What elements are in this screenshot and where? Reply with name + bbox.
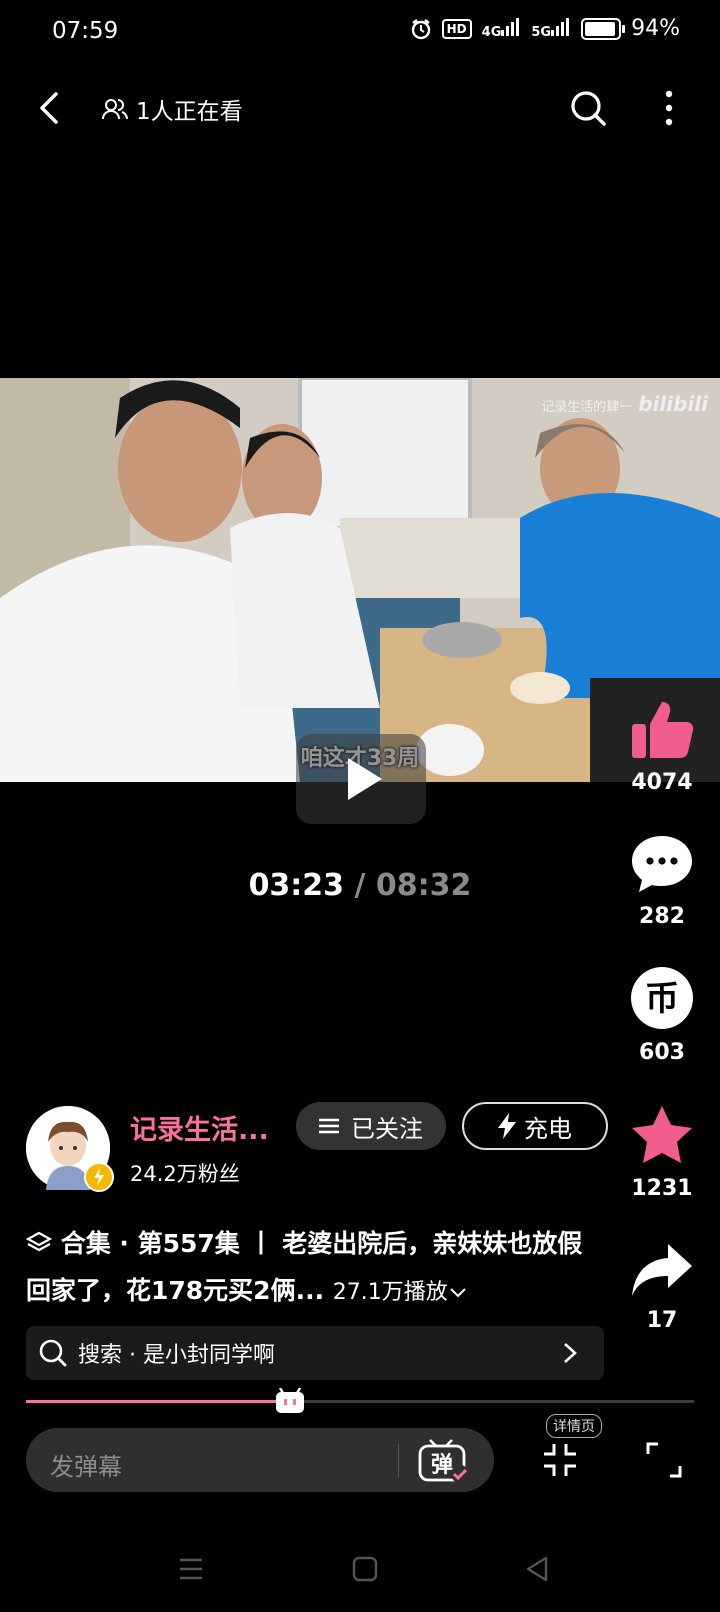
like-count: 4074 <box>631 770 693 795</box>
coin-icon: 币 <box>631 967 693 1029</box>
status-bar: 07:59 HD 4G 5G 94% <box>0 0 720 64</box>
signal-5g: 5G <box>531 17 571 40</box>
comment-button[interactable]: 282 <box>612 834 712 929</box>
verified-badge-icon <box>84 1162 114 1192</box>
progress-thumb-icon[interactable] <box>275 1388 305 1414</box>
coin-count: 603 <box>639 1040 685 1065</box>
search-icon <box>39 1339 67 1367</box>
share-count: 17 <box>646 1308 678 1333</box>
layers-icon <box>25 1231 53 1252</box>
charge-button[interactable]: 充电 <box>462 1102 608 1150</box>
favorite-count: 1231 <box>631 1176 693 1201</box>
watermark-logo: bilibili <box>638 392 708 416</box>
comment-count: 282 <box>639 904 685 929</box>
charge-label: 充电 <box>524 1114 572 1143</box>
back-icon[interactable] <box>30 88 70 128</box>
follow-label: 已关注 <box>351 1114 423 1143</box>
star-icon <box>632 1106 692 1163</box>
danmaku-icon: 弹 <box>418 1439 469 1483</box>
coin-glyph: 币 <box>645 979 679 1019</box>
follow-button[interactable]: 已关注 <box>296 1102 446 1150</box>
related-search-bar[interactable]: 搜索 · 是小封同学啊 <box>26 1326 604 1380</box>
back-nav-icon[interactable] <box>524 1556 550 1582</box>
battery-fill <box>585 21 615 36</box>
author-name[interactable]: 记录生活... <box>130 1108 269 1147</box>
people-icon <box>102 99 128 120</box>
recents-icon[interactable] <box>178 1556 204 1582</box>
search-icon[interactable] <box>568 88 608 128</box>
follower-count: 24.2万粉丝 <box>130 1162 240 1186</box>
fullscreen-icon[interactable] <box>646 1442 682 1478</box>
share-button[interactable]: 17 <box>612 1242 712 1333</box>
description-text: 合集 · 第557集 丨 老婆出院后，亲妹妹也放假回家了，花178元买2俩... <box>26 1229 583 1305</box>
like-button[interactable]: 4074 <box>612 698 712 795</box>
system-nav-bar <box>0 1540 720 1600</box>
watermark-text: 记录生活的肆一 <box>541 400 633 415</box>
time-separator: / <box>344 868 376 903</box>
share-icon <box>632 1244 692 1296</box>
danmaku-toggle-label: 弹 <box>431 1453 453 1478</box>
viewer-count: 1人正在看 <box>102 92 243 126</box>
alarm-icon <box>411 18 430 39</box>
lightning-icon <box>498 1113 516 1139</box>
status-icons: HD 4G 5G 94% <box>410 16 680 41</box>
home-icon[interactable] <box>352 1556 378 1582</box>
signal-bars-icon <box>501 17 520 36</box>
battery-icon <box>581 17 626 40</box>
total-time: 08:32 <box>375 868 472 903</box>
viewer-label: 1人正在看 <box>136 99 243 125</box>
hd-badge: HD <box>441 18 472 39</box>
status-time: 07:59 <box>52 18 119 44</box>
danmaku-divider <box>398 1444 399 1478</box>
search-label: 搜索 · 是小封同学啊 <box>78 1343 275 1368</box>
thumbs-up-icon <box>632 702 694 758</box>
comment-icon <box>632 836 692 892</box>
favorite-button[interactable]: 1231 <box>612 1104 712 1201</box>
play-icon[interactable] <box>296 734 426 824</box>
danmaku-placeholder: 发弹幕 <box>50 1453 122 1481</box>
signal-4g: 4G <box>481 17 522 40</box>
chevron-down-icon[interactable] <box>448 1286 468 1300</box>
play-count: 27.1万播放 <box>332 1280 448 1305</box>
detail-page-tag[interactable]: 详情页 <box>546 1414 602 1438</box>
danmaku-toggle[interactable]: 弹 <box>416 1434 472 1486</box>
chevron-right-icon <box>564 1343 577 1363</box>
more-icon[interactable] <box>654 88 684 128</box>
net-4g-label: 4G <box>481 24 502 40</box>
progress-bar[interactable] <box>26 1400 694 1403</box>
signal-bars-icon <box>551 17 570 36</box>
battery-percent: 94% <box>631 16 680 41</box>
progress-fill <box>26 1400 294 1403</box>
watermark: 记录生活的肆一 bilibili <box>541 392 708 416</box>
current-time: 03:23 <box>248 868 345 903</box>
collapse-icon[interactable] <box>542 1442 578 1478</box>
coin-button[interactable]: 币 603 <box>612 966 712 1065</box>
menu-lines-icon <box>319 1118 339 1134</box>
video-description[interactable]: 合集 · 第557集 丨 老婆出院后，亲妹妹也放假回家了，花178元买2俩...… <box>25 1220 596 1316</box>
net-5g-label: 5G <box>531 24 552 40</box>
